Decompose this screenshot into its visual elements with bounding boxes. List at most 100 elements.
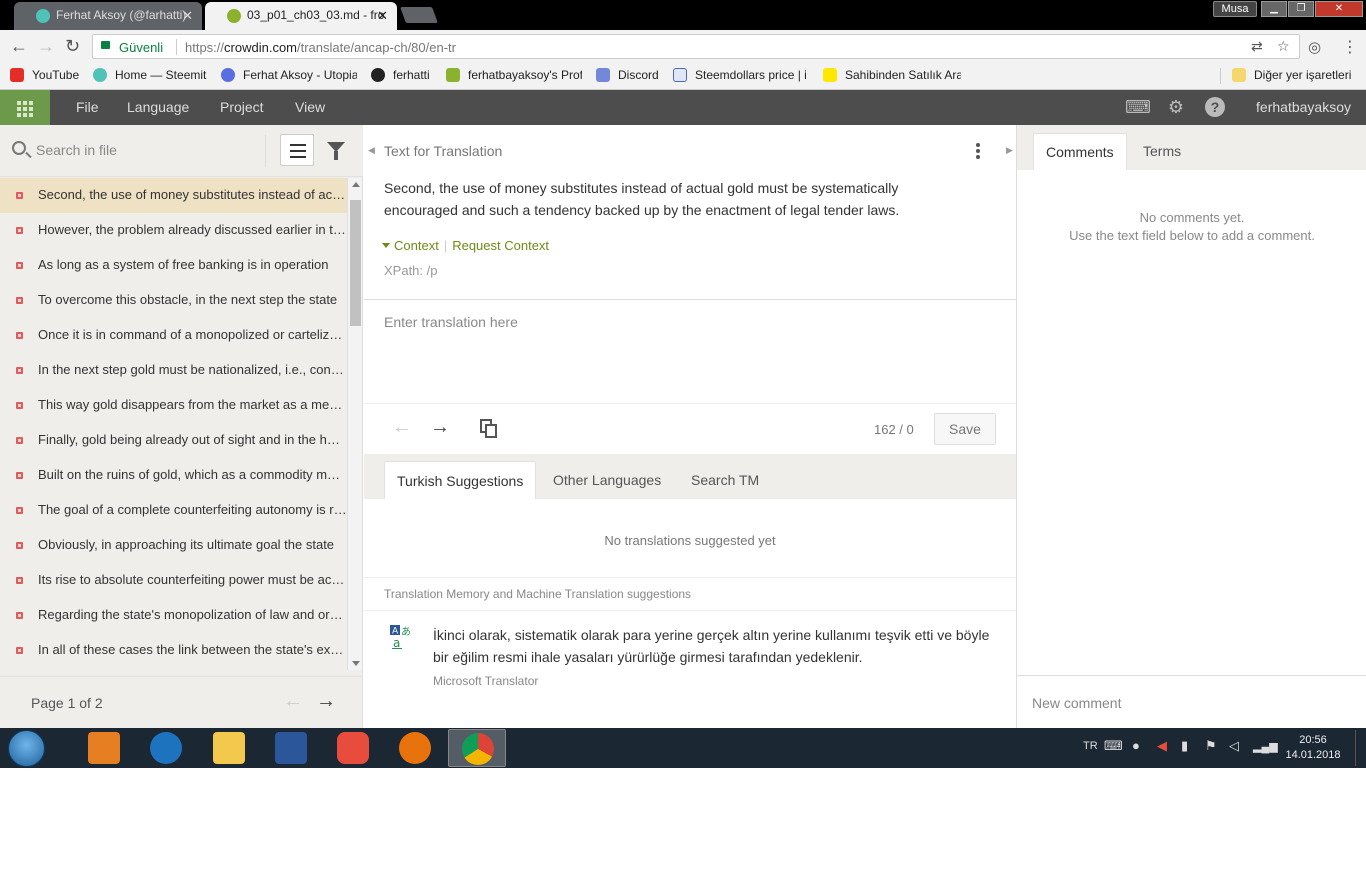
bookmark-github[interactable]: ferhatti: [371, 68, 430, 82]
bookmark-label: Steemdollars price | i: [695, 68, 807, 82]
list-item[interactable]: The goal of a complete counterfeiting au…: [0, 493, 347, 528]
volume-icon[interactable]: ◁: [1229, 738, 1239, 754]
show-desktop-button[interactable]: [1355, 730, 1365, 766]
save-button[interactable]: Save: [934, 413, 996, 445]
input-language[interactable]: TR: [1083, 740, 1098, 752]
browser-tab-crowdin[interactable]: 03_p01_ch03_03.md - fro ✕: [205, 2, 397, 30]
list-item[interactable]: Once it is in command of a monopolized o…: [0, 318, 347, 353]
start-button[interactable]: [8, 730, 45, 767]
editor-panel: ◀ Text for Translation ▶ Second, the use…: [364, 125, 1016, 728]
browser-tab-steemit[interactable]: Ferhat Aksoy (@farhatti) ✕: [14, 2, 202, 30]
bookmark-crowdin-profile[interactable]: ferhatbayaksoy's Prof: [446, 68, 582, 82]
list-item[interactable]: Its rise to absolute counterfeiting powe…: [0, 563, 347, 598]
collapse-right-icon[interactable]: ▶: [1006, 145, 1013, 156]
file-explorer-icon[interactable]: [213, 732, 245, 764]
list-item[interactable]: Obviously, in approaching its ultimate g…: [0, 528, 347, 563]
help-icon[interactable]: ?: [1205, 97, 1225, 117]
media-player-icon[interactable]: [88, 732, 120, 764]
next-string-button[interactable]: →: [430, 416, 450, 439]
network-icon[interactable]: ▂▄▆: [1253, 740, 1278, 753]
discord-tray-icon[interactable]: ●: [1132, 738, 1140, 753]
youtube-icon: [10, 68, 24, 82]
list-item[interactable]: In all of these cases the link between t…: [0, 633, 347, 668]
close-icon[interactable]: ✕: [182, 8, 193, 24]
star-icon[interactable]: ☆: [1277, 38, 1290, 55]
gear-icon[interactable]: ⚙: [1165, 97, 1187, 117]
collapse-left-icon[interactable]: ◀: [368, 145, 375, 156]
user-menu[interactable]: ferhatbayaksoy: [1256, 99, 1351, 115]
translate-icon[interactable]: ⇄: [1251, 38, 1263, 55]
scroll-up-icon[interactable]: [352, 182, 360, 187]
tab-turkish-suggestions[interactable]: Turkish Suggestions: [384, 461, 537, 499]
url-scheme: https://: [185, 40, 225, 55]
other-bookmarks[interactable]: Diğer yer işaretleri: [1232, 68, 1351, 82]
bookmark-youtube[interactable]: YouTube: [10, 68, 79, 82]
list-view-button[interactable]: [280, 134, 314, 166]
reload-button[interactable]: ↻: [65, 36, 80, 57]
menu-language[interactable]: Language: [127, 99, 189, 115]
menu-project[interactable]: Project: [220, 99, 264, 115]
new-comment-input[interactable]: [1032, 692, 1352, 714]
bookmark-discord[interactable]: Discord: [596, 68, 659, 82]
list-item[interactable]: As long as a system of free banking is i…: [0, 248, 347, 283]
list-item[interactable]: Regarding the state's monopolization of …: [0, 598, 347, 633]
profile-badge[interactable]: Musa: [1213, 1, 1257, 17]
firefox-icon[interactable]: [399, 732, 431, 764]
maximize-button[interactable]: ❐: [1288, 1, 1314, 17]
mt-suggestion[interactable]: İkinci olarak, sistematik olarak para ye…: [433, 624, 993, 668]
more-options-icon[interactable]: [976, 143, 980, 159]
screen-recorder-icon[interactable]: [337, 732, 369, 764]
close-window-button[interactable]: ✕: [1315, 1, 1363, 17]
device-icon[interactable]: ▮: [1181, 738, 1188, 754]
word-icon[interactable]: [275, 732, 307, 764]
omnibox[interactable]: Güvenli https://crowdin.com/translate/an…: [92, 34, 1300, 59]
menu-file[interactable]: File: [76, 99, 99, 115]
tab-comments[interactable]: Comments: [1033, 133, 1127, 170]
list-item[interactable]: Finally, gold being already out of sight…: [0, 423, 347, 458]
forward-button[interactable]: →: [37, 36, 55, 57]
back-button[interactable]: ←: [10, 36, 28, 57]
prev-page-button[interactable]: ←: [283, 690, 303, 713]
bookmark-steemit[interactable]: Home — Steemit: [93, 68, 206, 82]
list-item[interactable]: However, the problem already discussed e…: [0, 213, 347, 248]
chrome-taskbar-button[interactable]: [448, 729, 506, 767]
flag-icon[interactable]: ⚑: [1205, 738, 1217, 754]
list-item[interactable]: In the next step gold must be nationaliz…: [0, 353, 347, 388]
menu-icon[interactable]: ⋮: [1342, 37, 1358, 57]
request-context-link[interactable]: Request Context: [452, 238, 549, 253]
keyboard-icon[interactable]: ⌨: [1104, 738, 1123, 754]
close-icon[interactable]: ✕: [377, 8, 388, 24]
bookmark-steemdollars[interactable]: Steemdollars price | i: [673, 68, 813, 82]
context-toggle[interactable]: Context: [394, 238, 439, 253]
chrome-icon: [462, 733, 494, 765]
copy-source-icon[interactable]: [480, 419, 498, 439]
list-item[interactable]: This way gold disappears from the market…: [0, 388, 347, 423]
new-tab-button[interactable]: [400, 7, 438, 23]
search-input[interactable]: [36, 139, 256, 161]
list-item[interactable]: To overcome this obstacle, in the next s…: [0, 283, 347, 318]
filter-icon[interactable]: [327, 142, 345, 160]
browser-tab-bar: Ferhat Aksoy (@farhatti) ✕ 03_p01_ch03_0…: [0, 0, 1366, 30]
minimize-button[interactable]: ▁: [1261, 1, 1287, 17]
scroll-down-icon[interactable]: [352, 661, 360, 666]
keyboard-icon[interactable]: ⌨: [1125, 97, 1151, 117]
menu-view[interactable]: View: [295, 99, 325, 115]
tab-other-languages[interactable]: Other Languages: [541, 461, 673, 499]
list-item[interactable]: Second, the use of money substitutes ins…: [0, 178, 347, 213]
bookmark-utopian[interactable]: Ferhat Aksoy - Utopia: [221, 68, 357, 82]
list-item[interactable]: Built on the ruins of gold, which as a c…: [0, 458, 347, 493]
speaker-muted-icon[interactable]: ◀: [1157, 738, 1167, 754]
instagram-icon[interactable]: ◎: [1308, 38, 1321, 56]
untranslated-icon: [16, 402, 23, 409]
next-page-button[interactable]: →: [316, 690, 336, 713]
string-list-scrollbar[interactable]: [347, 178, 362, 670]
system-clock[interactable]: 20:56 14.01.2018: [1285, 733, 1341, 763]
internet-explorer-icon[interactable]: [150, 732, 182, 764]
prev-string-button[interactable]: ←: [392, 416, 412, 439]
tab-terms[interactable]: Terms: [1131, 133, 1193, 170]
tab-search-tm[interactable]: Search TM: [679, 461, 771, 499]
bookmark-sahibinden[interactable]: Sahibinden Satılık Ara: [823, 68, 961, 82]
translation-input[interactable]: [384, 314, 994, 394]
apps-grid-button[interactable]: [0, 90, 50, 125]
scrollbar-thumb[interactable]: [350, 200, 361, 326]
